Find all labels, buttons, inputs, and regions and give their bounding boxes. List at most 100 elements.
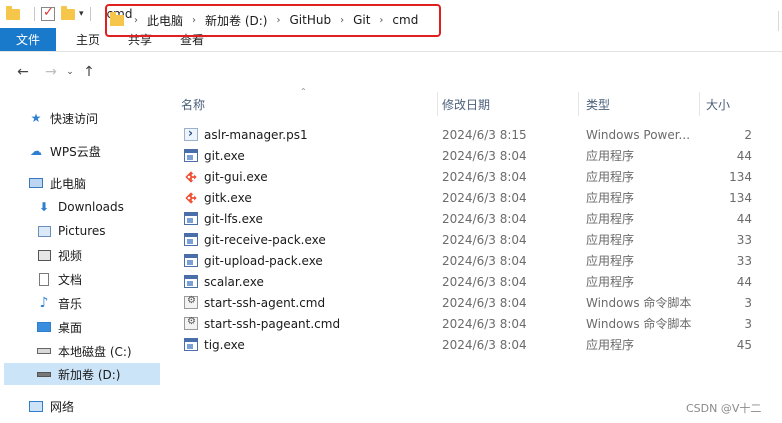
file-modified-date: 2024/6/3 8:04 [442,169,527,184]
file-name: start-ssh-agent.cmd [204,295,326,310]
breadcrumb-chevron-icon[interactable]: › [134,15,138,26]
file-row[interactable]: git-gui.exe 2024/6/3 8:04 应用程序 134 [176,166,782,187]
application-icon [184,212,198,225]
column-header-type[interactable]: 类型 [586,92,698,116]
back-arrow-icon[interactable]: ← [12,64,34,80]
column-divider[interactable] [699,92,700,116]
forward-arrow-icon[interactable]: → [40,64,62,80]
file-size: 3 [744,295,752,310]
file-row[interactable]: scalar.exe 2024/6/3 8:04 应用程序 44 [176,271,782,292]
tab-file[interactable]: 文件 [0,28,56,51]
recent-locations-chevron-icon[interactable]: ⌄ [62,67,78,77]
folder-icon[interactable] [6,5,20,20]
desktop-icon [36,320,52,334]
file-type: 应用程序 [586,191,635,205]
powershell-script-icon [184,126,198,141]
file-name-cell: tig.exe [184,334,440,355]
sidebar-item-videos[interactable]: 视频 [36,244,82,266]
file-row[interactable]: aslr-manager.ps1 2024/6/3 8:15 Windows Pow… [176,124,782,145]
cloud-icon: ☁ [30,144,42,158]
quick-access-toolbar: ▾ [6,5,97,21]
sidebar-item-documents[interactable]: 文档 [36,268,82,290]
file-row[interactable]: git-receive-pack.exe 2024/6/3 8:04 应用程序 33 [176,229,782,250]
properties-icon[interactable] [41,5,55,21]
column-divider[interactable] [578,92,579,116]
sidebar-item-pictures[interactable]: Pictures [36,220,106,242]
column-divider[interactable] [437,92,438,116]
breadcrumb-chevron-icon[interactable]: › [192,15,196,26]
drive-icon [36,344,52,358]
file-size: 2 [744,127,752,142]
file-row[interactable]: start-ssh-agent.cmd 2024/6/3 8:04 Windows … [176,292,782,313]
breadcrumb-git[interactable]: Git [353,13,370,27]
sidebar-item-desktop[interactable]: 桌面 [36,316,82,338]
file-name-cell: gitk.exe [184,187,440,208]
navigation-pane: ★ 快速访问 ☁ WPS云盘 此电脑 ⬇ Downloads Pictures … [0,100,162,423]
column-header-size[interactable]: 大小 [706,92,766,116]
sidebar-item-network[interactable]: 网络 [28,395,74,417]
file-name-cell: scalar.exe [184,271,440,292]
breadcrumb[interactable]: › 此电脑 › 新加卷 (D:) › GitHub › Git › cmd [110,10,418,30]
file-name: git-receive-pack.exe [204,232,326,247]
file-size: 134 [729,190,752,205]
column-header-label: 大小 [706,97,731,112]
sidebar-item-downloads[interactable]: ⬇ Downloads [36,196,124,218]
file-row[interactable]: git-lfs.exe 2024/6/3 8:04 应用程序 44 [176,208,782,229]
search-box-edge[interactable] [778,11,782,31]
file-name: tig.exe [204,337,245,352]
breadcrumb-drive[interactable]: 新加卷 (D:) [205,12,267,29]
pictures-icon [36,224,52,238]
file-type: 应用程序 [586,338,635,352]
file-modified-date: 2024/6/3 8:04 [442,232,527,247]
sidebar-item-local-disk[interactable]: 本地磁盘 (C:) [36,340,132,362]
file-modified-date: 2024/6/3 8:04 [442,274,527,289]
sidebar-item-wps-cloud[interactable]: ☁ WPS云盘 [28,140,101,162]
column-header-date[interactable]: 修改日期 [442,92,577,116]
file-modified-date: 2024/6/3 8:04 [442,295,527,310]
file-name-cell: git-upload-pack.exe [184,250,440,271]
breadcrumb-chevron-icon[interactable]: › [379,15,383,26]
file-row[interactable]: git-upload-pack.exe 2024/6/3 8:04 应用程序 33 [176,250,782,271]
file-modified-date: 2024/6/3 8:04 [442,316,527,331]
star-icon: ★ [30,111,42,125]
file-row[interactable]: gitk.exe 2024/6/3 8:04 应用程序 134 [176,187,782,208]
sidebar-item-music[interactable]: ♪ 音乐 [36,292,82,314]
file-modified-date: 2024/6/3 8:04 [442,337,527,352]
sidebar-item-quick-access[interactable]: ★ 快速访问 [28,107,98,129]
file-name-cell: git-receive-pack.exe [184,229,440,250]
file-row[interactable]: start-ssh-pageant.cmd 2024/6/3 8:04 Window… [176,313,782,334]
sidebar-item-new-volume[interactable]: 新加卷 (D:) [4,363,160,385]
column-header-name[interactable]: 名称 [181,92,437,116]
sidebar-item-label: Pictures [58,224,106,238]
file-modified-date: 2024/6/3 8:04 [442,253,527,268]
breadcrumb-chevron-icon[interactable]: › [340,15,344,26]
application-icon [184,233,198,246]
breadcrumb-this-pc[interactable]: 此电脑 [147,12,183,29]
breadcrumb-chevron-icon[interactable]: › [276,15,280,26]
file-row[interactable]: tig.exe 2024/6/3 8:04 应用程序 45 [176,334,782,355]
breadcrumb-github[interactable]: GitHub [289,13,331,27]
file-type: 应用程序 [586,275,635,289]
customize-dropdown-icon[interactable]: ▾ [79,9,84,19]
file-modified-date: 2024/6/3 8:04 [442,190,527,205]
network-icon [28,399,44,413]
file-size: 44 [736,148,752,163]
up-arrow-icon[interactable]: ↑ [78,64,100,80]
download-arrow-icon: ⬇ [38,200,50,214]
column-header-label: 修改日期 [442,97,491,112]
breadcrumb-cmd[interactable]: cmd [392,13,418,27]
git-diamond-icon [184,191,198,205]
file-name-cell: aslr-manager.ps1 [184,124,440,145]
sidebar-item-this-pc[interactable]: 此电脑 [28,172,86,194]
file-size: 33 [736,253,752,268]
application-icon [184,149,198,162]
file-name: git-upload-pack.exe [204,253,323,268]
sidebar-item-label: Downloads [58,200,124,214]
computer-icon [28,176,44,190]
document-icon [36,272,52,286]
new-folder-icon[interactable] [61,5,75,20]
watermark: CSDN @V十二 [686,402,762,415]
file-row[interactable]: git.exe 2024/6/3 8:04 应用程序 44 [176,145,782,166]
sidebar-item-label: 快速访问 [50,111,99,126]
sidebar-item-label: 本地磁盘 (C:) [58,344,132,359]
